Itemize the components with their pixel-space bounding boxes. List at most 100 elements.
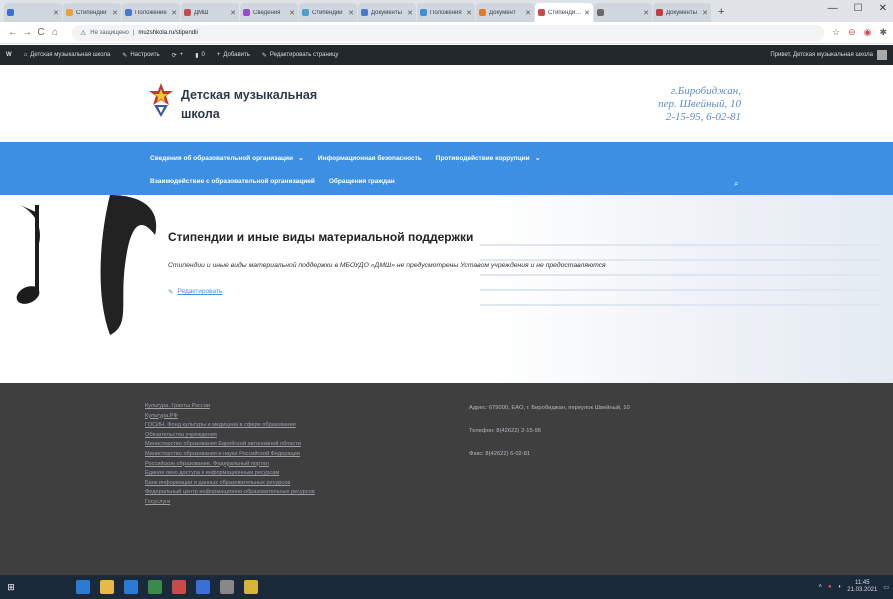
bookmark-star-icon[interactable]: ☆ — [832, 27, 840, 38]
extensions-puzzle-icon[interactable]: ✱ — [879, 27, 887, 38]
windows-start-icon[interactable]: ⊞ — [4, 580, 18, 594]
back-icon[interactable]: ← — [6, 27, 20, 38]
browser-tab[interactable]: ДМШ ✕ — [181, 3, 239, 22]
folder-icon[interactable] — [100, 580, 114, 594]
tab-close-icon[interactable]: ✕ — [289, 9, 295, 17]
nav-item-label: Информационная безопасность — [317, 154, 422, 162]
volume-icon[interactable]: ◖ — [838, 584, 842, 590]
app-red-icon[interactable] — [172, 580, 186, 594]
extension-icon[interactable]: ⊖ — [848, 27, 856, 38]
tab-close-icon[interactable]: ✕ — [112, 9, 118, 17]
nav-item-svedeniya[interactable]: Сведения об образовательной организации … — [150, 154, 304, 163]
footer-link[interactable]: Министерство образования и науки Российс… — [145, 451, 315, 457]
tab-close-icon[interactable]: ✕ — [643, 9, 649, 17]
clock[interactable]: 11:45 21.03.2021 — [847, 580, 877, 594]
reload-icon[interactable]: C — [34, 27, 48, 38]
browser-tab[interactable]: Положения ✕ — [417, 3, 475, 22]
site-title[interactable]: Детская музыкальная школа — [181, 86, 317, 124]
browser-tab[interactable]: Документ ✕ — [476, 3, 534, 22]
admin-updates-count: + — [179, 52, 184, 58]
admin-site-name[interactable]: ⌂ Детская музыкальная школа — [24, 52, 111, 58]
school-logo[interactable] — [148, 83, 174, 117]
tab-title: Стипендии — [312, 9, 343, 16]
admin-comments[interactable]: ▮ 0 — [195, 52, 205, 59]
tab-close-icon[interactable]: ✕ — [171, 9, 177, 17]
footer-link[interactable]: Госуслуги — [145, 499, 315, 505]
admin-account[interactable]: Привет, Детская музыкальная школа — [770, 50, 887, 60]
nav-item-infobez[interactable]: Информационная безопасность — [318, 154, 422, 162]
footer-link[interactable]: Культура.РФ — [145, 413, 315, 419]
browser-tab-strip: ✕ Стипендии ✕ Положение ✕ ДМШ ✕ Сведения ✕ Стипен… — [0, 0, 893, 22]
admin-customize[interactable]: ✎ Настроить — [122, 52, 159, 59]
browser-tab[interactable]: Стипендии ✕ — [299, 3, 357, 22]
browser-tab[interactable]: Документы ✕ — [358, 3, 416, 22]
tab-close-icon[interactable]: ✕ — [407, 9, 413, 17]
browser-tab[interactable]: ✕ — [594, 3, 652, 22]
clock-time: 11:45 — [855, 580, 870, 586]
search-icon[interactable] — [28, 580, 42, 594]
nav-item-vzaimodeystvie[interactable]: Взаимодействие с образовательной организ… — [150, 178, 315, 185]
home-icon[interactable]: ⌂ — [48, 27, 62, 38]
system-tray: ˄ ● ◖ 11:45 21.03.2021 ▭ — [819, 580, 889, 594]
admin-updates[interactable]: ⟳ + — [172, 52, 184, 59]
minimize-icon[interactable]: — — [828, 3, 838, 14]
nav-item-obrashcheniya[interactable]: Обращения граждан — [329, 178, 395, 185]
browser-tab[interactable]: Сведения ✕ — [240, 3, 298, 22]
refresh-icon: ⟳ — [171, 52, 177, 59]
url-input[interactable]: ⚠ Не защищено | muzshkola.ru/stipendii — [72, 24, 824, 41]
footer-links: Культура. Гранты России Культура.РФ ГОСИН.… — [145, 403, 315, 505]
tab-title: Документы — [371, 9, 402, 16]
tab-close-icon[interactable]: ✕ — [702, 9, 708, 17]
store-icon[interactable] — [124, 580, 138, 594]
tab-close-icon[interactable]: ✕ — [53, 9, 59, 17]
browser-tab[interactable]: Документы ✕ — [653, 3, 711, 22]
footer-link[interactable]: Министерство образования Еврейской автон… — [145, 441, 315, 447]
edit-link-label: Редактировать — [177, 288, 223, 295]
tab-favicon-icon — [656, 9, 663, 16]
search-icon[interactable]: ⌕ — [734, 179, 738, 189]
chevron-up-icon[interactable]: ˄ — [819, 584, 823, 590]
tab-favicon-icon — [597, 9, 604, 16]
task-view-icon[interactable] — [52, 580, 66, 594]
admin-customize-label: Настроить — [130, 52, 160, 58]
footer-link[interactable]: Федеральный центр информационно-образова… — [145, 489, 315, 495]
admin-edit-page[interactable]: ✎ Редактировать страницу — [262, 52, 339, 59]
app-blue-icon[interactable] — [196, 580, 210, 594]
forward-icon[interactable]: → — [20, 27, 34, 38]
chrome-icon[interactable] — [148, 580, 162, 594]
browser-tab[interactable]: Положение ✕ — [122, 3, 180, 22]
footer-link[interactable]: Российское образование. Федеральный порт… — [145, 461, 315, 467]
tab-favicon-icon — [479, 9, 486, 16]
comment-icon: ▮ — [195, 52, 199, 59]
tab-close-icon[interactable]: ✕ — [348, 9, 354, 17]
network-icon[interactable]: ● — [828, 584, 832, 590]
footer-link[interactable]: Банк информации и данных образовательных… — [145, 480, 315, 486]
new-tab-button[interactable]: + — [712, 3, 730, 22]
browser-tab[interactable]: Стипендии ✕ — [63, 3, 121, 22]
profile-icon[interactable]: ◉ — [864, 27, 872, 38]
admin-greeting: Привет, Детская музыкальная школа — [770, 52, 873, 58]
footer-link[interactable]: Обязательства учреждения — [145, 432, 315, 438]
edge-icon[interactable] — [76, 580, 90, 594]
tab-close-icon[interactable]: ✕ — [525, 9, 531, 17]
app-gray-icon[interactable] — [220, 580, 234, 594]
footer-link[interactable]: ГОСИН. Фонд культуры и медицина в сфере … — [145, 422, 315, 428]
footer-link[interactable]: Культура. Гранты России — [145, 403, 315, 409]
app-yellow-icon[interactable] — [244, 580, 258, 594]
tab-title: Документы — [666, 9, 697, 16]
wp-logo-icon[interactable]: W — [6, 52, 12, 58]
close-window-icon[interactable]: ✕ — [879, 3, 887, 14]
notification-icon[interactable]: ▭ — [883, 584, 889, 591]
tab-close-icon[interactable]: ✕ — [466, 9, 472, 17]
browser-tab[interactable]: ✕ — [4, 3, 62, 22]
tab-favicon-icon — [538, 9, 545, 16]
footer-link[interactable]: Единое окно доступа к информационным рес… — [145, 470, 315, 476]
maximize-icon[interactable]: ☐ — [854, 3, 863, 14]
tab-close-icon[interactable]: ✕ — [230, 9, 236, 17]
admin-add-new[interactable]: + Добавить — [217, 52, 250, 58]
tab-close-icon[interactable]: ✕ — [584, 9, 590, 17]
warning-icon[interactable]: ⚠ — [80, 29, 86, 37]
browser-tab[interactable]: Стипендии и ✕ — [535, 3, 593, 22]
edit-link[interactable]: ✎ Редактировать — [168, 288, 222, 296]
nav-item-korrupciya[interactable]: Противодействие коррупции ⌄ — [436, 154, 541, 163]
